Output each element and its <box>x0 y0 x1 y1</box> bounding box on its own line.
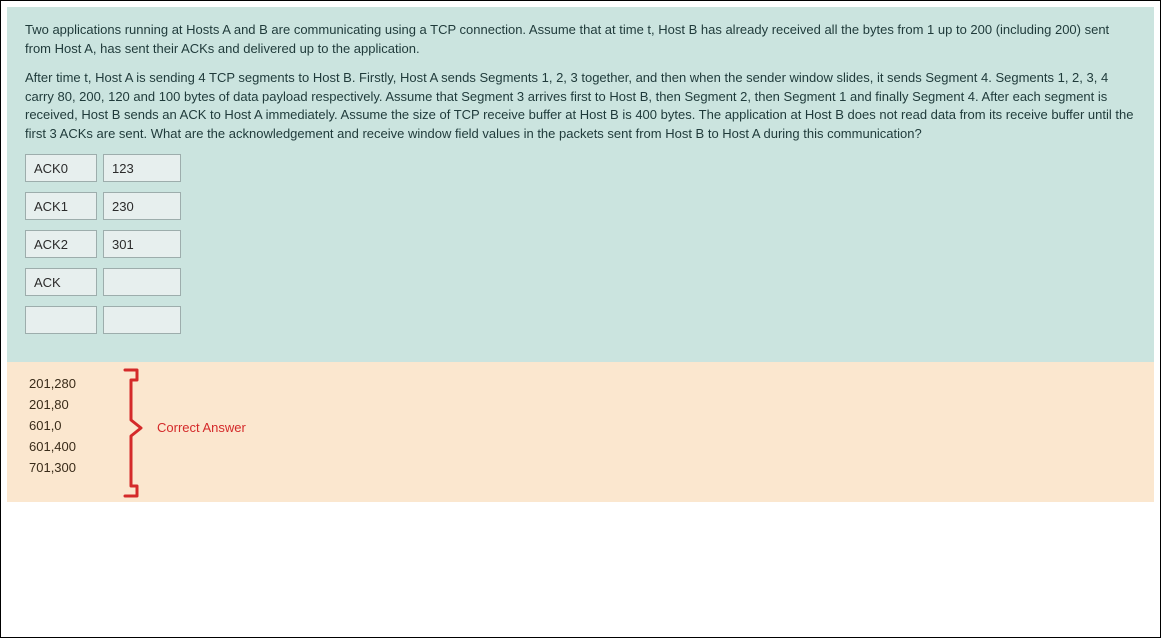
correct-answer-item: 701,300 <box>29 460 1132 475</box>
page-frame: Two applications running at Hosts A and … <box>0 0 1161 638</box>
correct-answer-label: Correct Answer <box>157 420 246 435</box>
question-panel: Two applications running at Hosts A and … <box>7 7 1154 362</box>
correct-answer-item: 201,280 <box>29 376 1132 391</box>
ack-value-input-0[interactable] <box>103 154 181 182</box>
ack-value-input-4[interactable] <box>103 306 181 334</box>
correct-answer-panel: 201,280 201,80 601,0 601,400 701,300 Cor… <box>7 362 1154 502</box>
input-row <box>25 192 1136 220</box>
ack-label-input-2[interactable] <box>25 230 97 258</box>
brace-icon <box>107 368 147 498</box>
question-paragraph-2: After time t, Host A is sending 4 TCP se… <box>25 69 1136 144</box>
input-row <box>25 230 1136 258</box>
input-row <box>25 154 1136 182</box>
question-paragraph-1: Two applications running at Hosts A and … <box>25 21 1136 59</box>
ack-label-input-0[interactable] <box>25 154 97 182</box>
ack-value-input-3[interactable] <box>103 268 181 296</box>
ack-label-input-3[interactable] <box>25 268 97 296</box>
ack-label-input-4[interactable] <box>25 306 97 334</box>
answer-inputs-group <box>25 154 1136 334</box>
correct-answer-item: 601,400 <box>29 439 1132 454</box>
correct-answer-item: 201,80 <box>29 397 1132 412</box>
input-row <box>25 306 1136 334</box>
ack-value-input-1[interactable] <box>103 192 181 220</box>
input-row <box>25 268 1136 296</box>
ack-value-input-2[interactable] <box>103 230 181 258</box>
ack-label-input-1[interactable] <box>25 192 97 220</box>
